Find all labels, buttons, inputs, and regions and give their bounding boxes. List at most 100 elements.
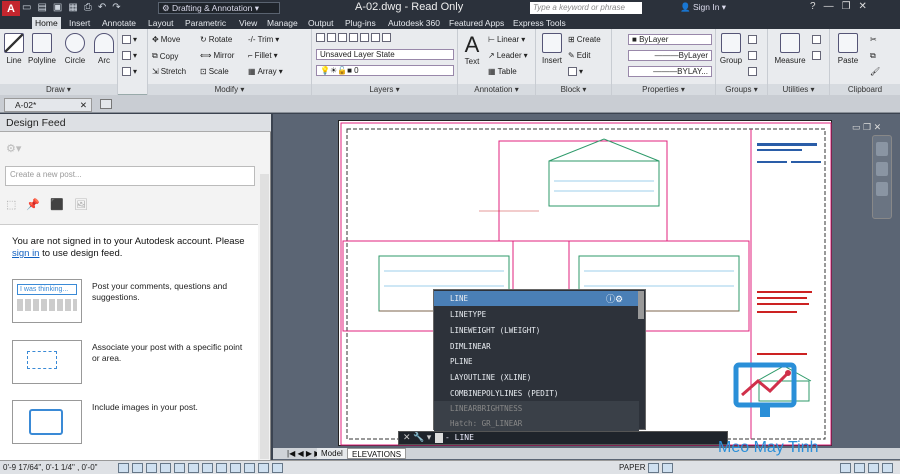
- ungroup-button[interactable]: [748, 35, 757, 44]
- annotation-panel-title[interactable]: Annotation ▾: [458, 84, 535, 95]
- select-area-icon[interactable]: ⬚: [6, 198, 16, 211]
- selection-cycling-icon[interactable]: [272, 463, 283, 473]
- osnap-icon[interactable]: [174, 463, 185, 473]
- undo-icon[interactable]: ↶: [98, 2, 106, 13]
- line-button[interactable]: Line: [4, 33, 24, 65]
- lock-icon[interactable]: [854, 463, 865, 473]
- tab-parametric[interactable]: Parametric: [182, 17, 229, 29]
- close-icon[interactable]: ✕: [859, 1, 867, 12]
- rectangle-button[interactable]: ▾: [122, 35, 137, 44]
- otrack-icon[interactable]: [188, 463, 199, 473]
- restore-icon[interactable]: ❐: [842, 1, 851, 12]
- save-as-icon[interactable]: ▦: [68, 2, 77, 13]
- properties-panel-title[interactable]: Properties ▾: [612, 84, 715, 95]
- lineweight-select[interactable]: ———BYLAY...: [628, 66, 712, 77]
- signin-link[interactable]: sign in: [12, 248, 39, 259]
- close-command-icon[interactable]: ✕ 🔧 ▾: [403, 432, 431, 443]
- paste-button[interactable]: Paste: [834, 33, 862, 65]
- trim-button[interactable]: -/- Trim ▾: [248, 35, 279, 44]
- clipboard-panel-title[interactable]: Clipboard: [830, 84, 900, 95]
- ac-item-hatch-linear[interactable]: Hatch: GR_LINEAR: [434, 416, 639, 431]
- lineweight-icon[interactable]: [230, 463, 241, 473]
- workspace-switch-icon[interactable]: [840, 463, 851, 473]
- leader-button[interactable]: ↗ Leader ▾: [488, 51, 528, 60]
- ac-item-layoutline[interactable]: LAYOUTLINE (XLINE): [434, 370, 639, 385]
- pan-icon[interactable]: [876, 162, 888, 176]
- attach-icon[interactable]: ⬛: [50, 198, 64, 211]
- steering-wheel-icon[interactable]: [876, 142, 888, 156]
- sign-in-button[interactable]: 👤 Sign In ▾: [680, 2, 726, 13]
- array-button[interactable]: ▦ Array ▾: [248, 67, 283, 76]
- tab-view[interactable]: View: [236, 17, 260, 29]
- tab-elevations[interactable]: ELEVATIONS: [347, 448, 407, 459]
- layer-state-select[interactable]: Unsaved Layer State: [316, 49, 454, 60]
- tab-model[interactable]: Model: [317, 448, 347, 459]
- ac-item-combinepolylines[interactable]: COMBINEPOLYLINES (PEDIT): [434, 386, 639, 401]
- dyn-icon[interactable]: [216, 463, 227, 473]
- redo-icon[interactable]: ↷: [112, 2, 120, 13]
- mirror-button[interactable]: ⟺ Mirror: [200, 51, 234, 60]
- tab-manage[interactable]: Manage: [264, 17, 301, 29]
- stretch-button[interactable]: ⇲ Stretch: [152, 67, 186, 76]
- close-tab-icon[interactable]: ✕: [80, 99, 87, 111]
- group-edit-button[interactable]: [748, 51, 757, 60]
- polyline-button[interactable]: Polyline: [26, 33, 58, 65]
- tab-insert[interactable]: Insert: [66, 17, 93, 29]
- current-layer-select[interactable]: 💡☀🔓■ 0: [316, 65, 454, 76]
- new-icon[interactable]: ▭: [22, 2, 31, 13]
- feed-settings-icon[interactable]: ⚙▾: [6, 142, 21, 155]
- utilities-panel-title[interactable]: Utilities ▾: [768, 84, 829, 95]
- print-icon[interactable]: ⎙: [84, 2, 92, 13]
- group-select-button[interactable]: [748, 67, 757, 76]
- isolate-icon[interactable]: [868, 463, 879, 473]
- ac-item-linearbrightness[interactable]: LINEARBRIGHTNESS: [434, 401, 639, 416]
- viewport-controls[interactable]: ▭ ❐ ✕: [852, 122, 881, 133]
- minimize-icon[interactable]: —: [824, 1, 834, 12]
- space-indicator[interactable]: PAPER: [619, 462, 646, 474]
- layers-panel-title[interactable]: Layers ▾: [312, 84, 457, 95]
- ducs-icon[interactable]: [202, 463, 213, 473]
- command-input[interactable]: - LINE: [445, 432, 474, 444]
- transparency-icon[interactable]: [244, 463, 255, 473]
- new-tab-icon[interactable]: [100, 99, 112, 109]
- linear-button[interactable]: ⊢ Linear ▾: [488, 35, 525, 44]
- tab-featured-apps[interactable]: Featured Apps: [446, 17, 507, 29]
- tab-autodesk360[interactable]: Autodesk 360: [385, 17, 443, 29]
- file-tab[interactable]: A-02* ✕: [4, 98, 92, 112]
- quick-view-icon[interactable]: [648, 463, 659, 473]
- edit-block-button[interactable]: ✎ Edit: [568, 51, 591, 60]
- tab-express-tools[interactable]: Express Tools: [510, 17, 569, 29]
- polar-icon[interactable]: [160, 463, 171, 473]
- rotate-button[interactable]: ↻ Rotate: [200, 35, 232, 44]
- arc-button[interactable]: Arc: [92, 33, 116, 65]
- tab-annotate[interactable]: Annotate: [99, 17, 139, 29]
- circle-button[interactable]: Circle: [62, 33, 88, 65]
- image-icon[interactable]: 🖼: [74, 198, 88, 211]
- copy-clip-button[interactable]: ⧉: [870, 51, 876, 61]
- modify-panel-title[interactable]: Modify ▾: [148, 84, 311, 95]
- tab-layout[interactable]: Layout: [145, 17, 177, 29]
- id-point-button[interactable]: [812, 51, 821, 60]
- ac-item-linetype[interactable]: LINETYPE: [434, 307, 639, 322]
- tab-plugins[interactable]: Plug-ins: [342, 17, 379, 29]
- measure-button[interactable]: Measure: [772, 33, 808, 65]
- tab-output[interactable]: Output: [305, 17, 337, 29]
- attribute-button[interactable]: ▾: [568, 67, 583, 76]
- new-post-input[interactable]: Create a new post...: [5, 166, 255, 186]
- draw-panel-title[interactable]: Draw ▾: [0, 84, 117, 95]
- color-select[interactable]: ■ ByLayer: [628, 34, 712, 45]
- quick-calc-button[interactable]: [812, 35, 821, 44]
- pin-icon[interactable]: 📌: [26, 198, 40, 211]
- linetype-select[interactable]: ———ByLayer: [628, 50, 712, 61]
- layout-view-icon[interactable]: [662, 463, 673, 473]
- block-panel-title[interactable]: Block ▾: [536, 84, 611, 95]
- help-icon[interactable]: ?: [810, 1, 816, 12]
- workspace-select[interactable]: ⚙ Drafting & Annotation ▾: [158, 2, 280, 14]
- create-block-button[interactable]: ⊞ Create: [568, 35, 601, 44]
- open-icon[interactable]: ▤: [37, 2, 46, 13]
- quick-properties-icon[interactable]: [258, 463, 269, 473]
- fillet-button[interactable]: ⌐ Fillet ▾: [248, 51, 278, 60]
- move-button[interactable]: ✥ Move: [152, 35, 180, 44]
- groups-panel-title[interactable]: Groups ▾: [716, 84, 767, 95]
- save-icon[interactable]: ▣: [53, 2, 62, 13]
